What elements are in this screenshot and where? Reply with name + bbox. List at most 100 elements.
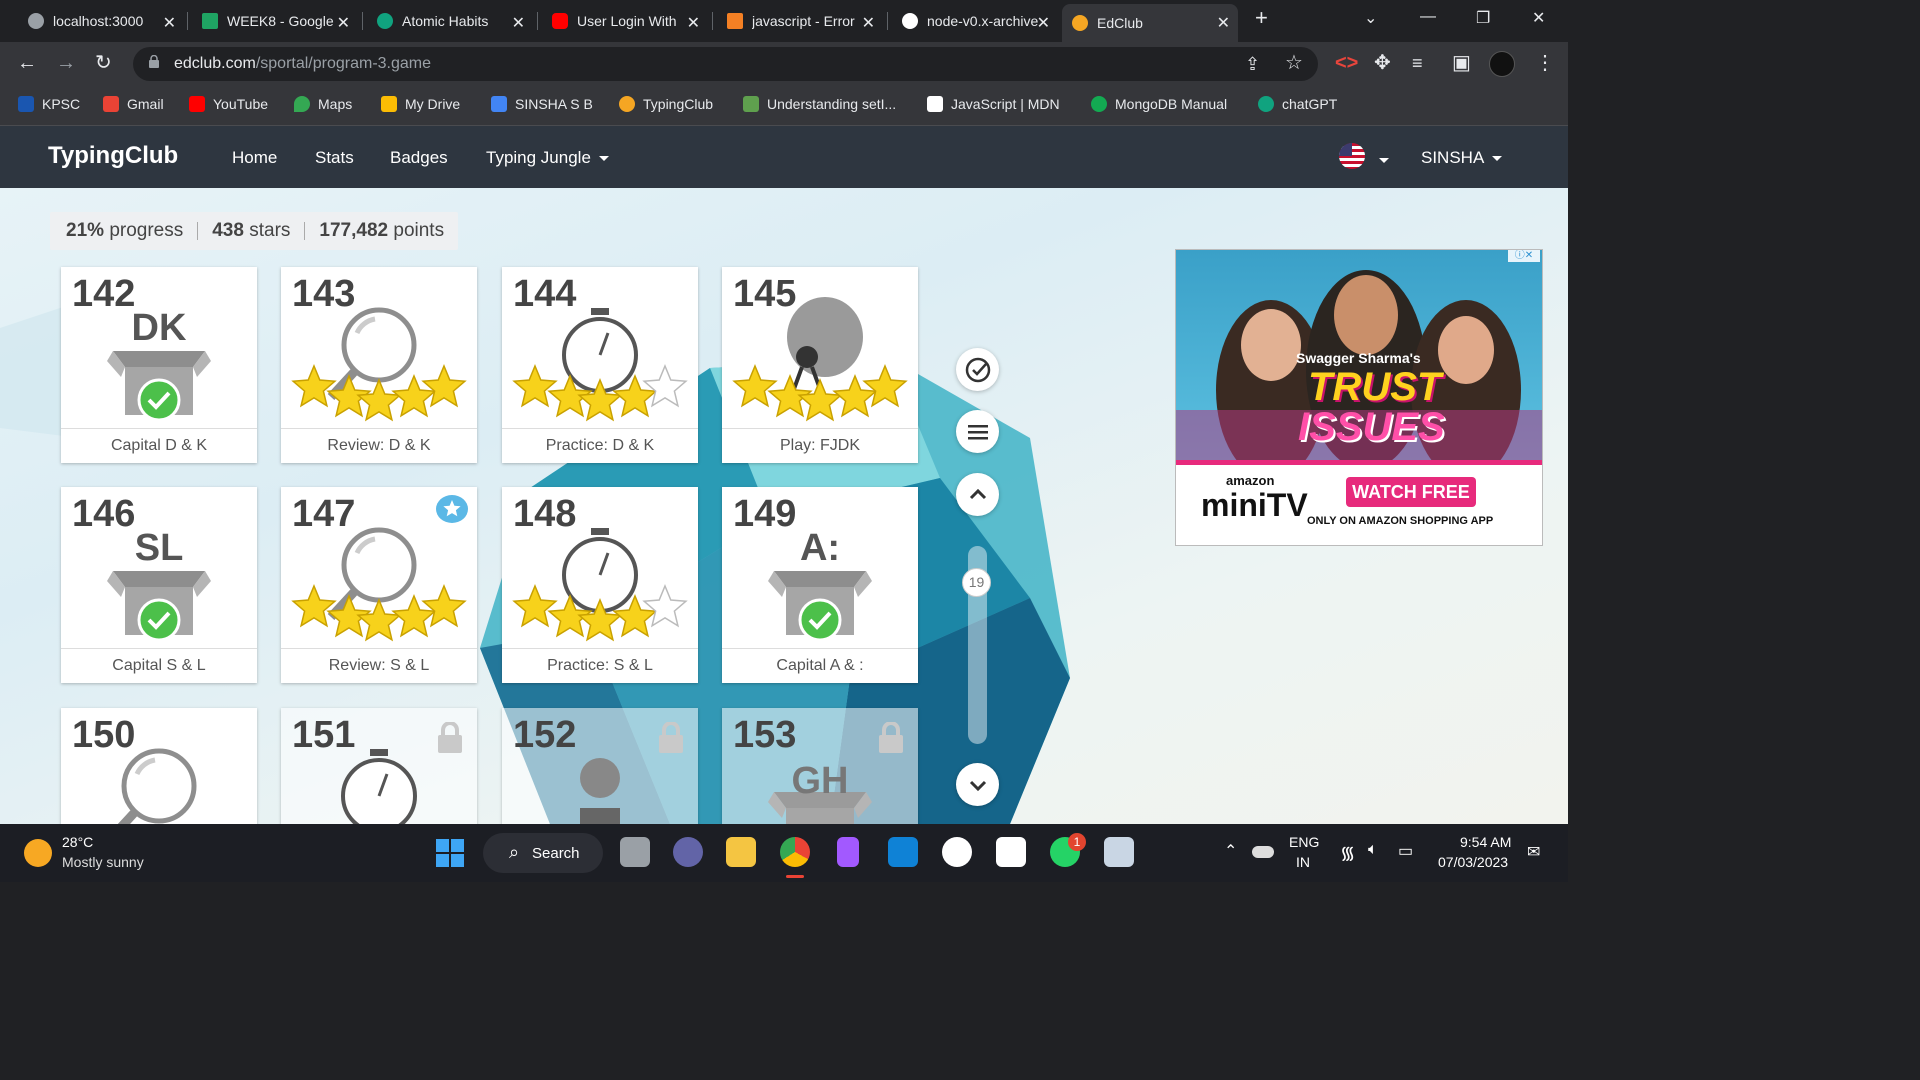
lesson-card-144[interactable]: 144 Practice: D & K (502, 267, 698, 463)
wifi-icon[interactable]: ᯾ (1340, 841, 1355, 865)
nav-badges[interactable]: Badges (390, 148, 448, 168)
lesson-card-149[interactable]: 149 A: Capital A & : (722, 487, 918, 683)
address-bar[interactable]: edclub.com/sportal/program-3.game ⇪ ☆ (133, 47, 1318, 81)
nav-home[interactable]: Home (232, 148, 277, 168)
ad-choices-icon[interactable]: ⓘ✕ (1508, 250, 1540, 262)
bookmark-sinsha[interactable]: SINSHA S B (491, 94, 593, 114)
lesson-card-151[interactable]: 151 (281, 708, 477, 824)
scroll-position-badge[interactable]: 19 (962, 568, 991, 597)
chevron-up-icon[interactable]: ⌃ (1224, 841, 1237, 861)
star-icon (797, 378, 843, 422)
mongodb-app-icon[interactable] (996, 837, 1026, 867)
volume-icon[interactable]: 🔈︎ (1368, 841, 1378, 859)
tab-localhost[interactable]: localhost:3000 ✕ (18, 4, 184, 38)
notifications-icon[interactable]: ✉ (1527, 842, 1540, 862)
tab-edclub[interactable]: EdClub ✕ (1062, 4, 1238, 42)
chrome-icon[interactable] (780, 837, 810, 867)
nav-stats[interactable]: Stats (315, 148, 354, 168)
back-icon[interactable]: ← (17, 52, 37, 74)
bookmark-gmail[interactable]: Gmail (103, 94, 164, 114)
typingclub-logo[interactable]: TypingClub (48, 142, 178, 170)
onedrive-cloud-icon[interactable] (1252, 846, 1274, 858)
bookmark-mdn[interactable]: JavaScript | MDN (927, 94, 1060, 114)
close-tab-icon[interactable]: ✕ (1037, 13, 1050, 33)
restore-button[interactable]: ❐ (1476, 8, 1490, 28)
lesson-card-150[interactable]: 150 (61, 708, 257, 824)
bookmark-chatgpt[interactable]: chatGPT (1258, 94, 1337, 114)
bookmark-star-icon[interactable]: ☆ (1285, 52, 1303, 74)
typingclub-icon (619, 96, 635, 112)
lesson-card-152[interactable]: 152 (502, 708, 698, 824)
task-view-icon[interactable] (620, 837, 650, 867)
profile-avatar[interactable] (1489, 51, 1515, 77)
ad-watch-free-button[interactable]: WATCH FREE (1346, 477, 1476, 507)
language-dropdown[interactable] (1371, 152, 1389, 170)
reading-list-icon[interactable]: ≡ (1412, 52, 1423, 74)
completed-check-icon (137, 598, 181, 642)
menu-kebab-icon[interactable]: ⋮ (1535, 52, 1555, 74)
language-region[interactable]: IN (1296, 854, 1310, 870)
figma-icon[interactable] (837, 837, 859, 867)
bookmark-kpsc[interactable]: KPSC (18, 94, 80, 114)
tab-javascript-error[interactable]: javascript - Error ✕ (717, 4, 883, 38)
user-menu[interactable]: SINSHA (1421, 148, 1503, 168)
bookmark-youtube[interactable]: YouTube (189, 94, 268, 114)
weather-sun-icon[interactable] (24, 839, 52, 867)
windows-start-icon[interactable] (436, 839, 464, 867)
close-tab-icon[interactable]: ✕ (687, 13, 700, 33)
weather-condition[interactable]: Mostly sunny (62, 854, 144, 870)
weather-temperature[interactable]: 28°C (62, 834, 93, 850)
snipping-tool-icon[interactable] (1104, 837, 1134, 867)
forward-icon[interactable]: → (56, 52, 76, 74)
check-circle-button[interactable] (956, 348, 999, 391)
file-explorer-icon[interactable] (726, 837, 756, 867)
tab-node-archive[interactable]: node-v0.x-archive ✕ (892, 4, 1058, 38)
lesson-card-142[interactable]: 142 DK Capital D & K (61, 267, 257, 463)
lesson-card-145[interactable]: 145 Play: FJDK (722, 267, 918, 463)
new-tab-button[interactable]: + (1255, 5, 1268, 31)
menu-button[interactable] (956, 410, 999, 453)
extension-code-icon[interactable]: <> (1335, 52, 1358, 74)
bookmark-maps[interactable]: Maps (294, 94, 352, 114)
extensions-puzzle-icon[interactable]: ✥ (1374, 52, 1391, 74)
clock-time[interactable]: 9:54 AM (1460, 834, 1511, 850)
lesson-card-143[interactable]: 143 Review: D & K (281, 267, 477, 463)
bookmark-my-drive[interactable]: My Drive (381, 94, 460, 114)
bookmark-typingclub[interactable]: TypingClub (619, 94, 713, 114)
mongodb-compass-icon[interactable] (942, 837, 972, 867)
us-flag-icon[interactable] (1339, 143, 1365, 169)
mongodb-icon (1091, 96, 1107, 112)
tab-atomic-habits[interactable]: Atomic Habits ✕ (367, 4, 533, 38)
lesson-card-146[interactable]: 146 SL Capital S & L (61, 487, 257, 683)
scroll-up-button[interactable] (956, 473, 999, 516)
bookmark-understanding[interactable]: Understanding setI... (743, 94, 896, 114)
close-tab-icon[interactable]: ✕ (512, 13, 525, 33)
tab-week8[interactable]: WEEK8 - Google ✕ (192, 4, 358, 38)
reload-icon[interactable]: ↻ (95, 52, 112, 74)
advertisement[interactable]: Swagger Sharma's TRUST ISSUES ⓘ✕ amazon … (1175, 249, 1543, 546)
bookmark-mongodb[interactable]: MongoDB Manual (1091, 94, 1227, 114)
lesson-card-147[interactable]: 147 Review: S & L (281, 487, 477, 683)
lesson-number: 144 (513, 273, 577, 315)
close-window-button[interactable]: ✕ (1532, 8, 1545, 28)
battery-icon[interactable]: ▭ (1398, 841, 1413, 861)
minimize-button[interactable]: — (1420, 8, 1436, 26)
tab-search-icon[interactable]: ⌄ (1364, 8, 1377, 28)
close-tab-icon[interactable]: ✕ (337, 13, 350, 33)
language-eng[interactable]: ENG (1289, 834, 1319, 850)
teams-chat-icon[interactable] (673, 837, 703, 867)
side-panel-icon[interactable]: ▣ (1452, 52, 1471, 74)
browser-toolbar: ← → ↻ edclub.com/sportal/program-3.game … (0, 42, 1568, 86)
taskbar-search[interactable]: ⌕ Search (483, 833, 603, 873)
lesson-card-153[interactable]: 153 GH (722, 708, 918, 824)
close-tab-icon[interactable]: ✕ (1217, 13, 1230, 33)
tab-user-login[interactable]: User Login With ✕ (542, 4, 708, 38)
scroll-down-button[interactable] (956, 763, 999, 806)
vscode-icon[interactable] (888, 837, 918, 867)
lesson-card-148[interactable]: 148 Practice: S & L (502, 487, 698, 683)
share-icon[interactable]: ⇪ (1245, 53, 1260, 75)
close-tab-icon[interactable]: ✕ (163, 13, 176, 33)
close-tab-icon[interactable]: ✕ (862, 13, 875, 33)
clock-date[interactable]: 07/03/2023 (1438, 854, 1508, 870)
nav-typing-jungle[interactable]: Typing Jungle (486, 148, 609, 168)
